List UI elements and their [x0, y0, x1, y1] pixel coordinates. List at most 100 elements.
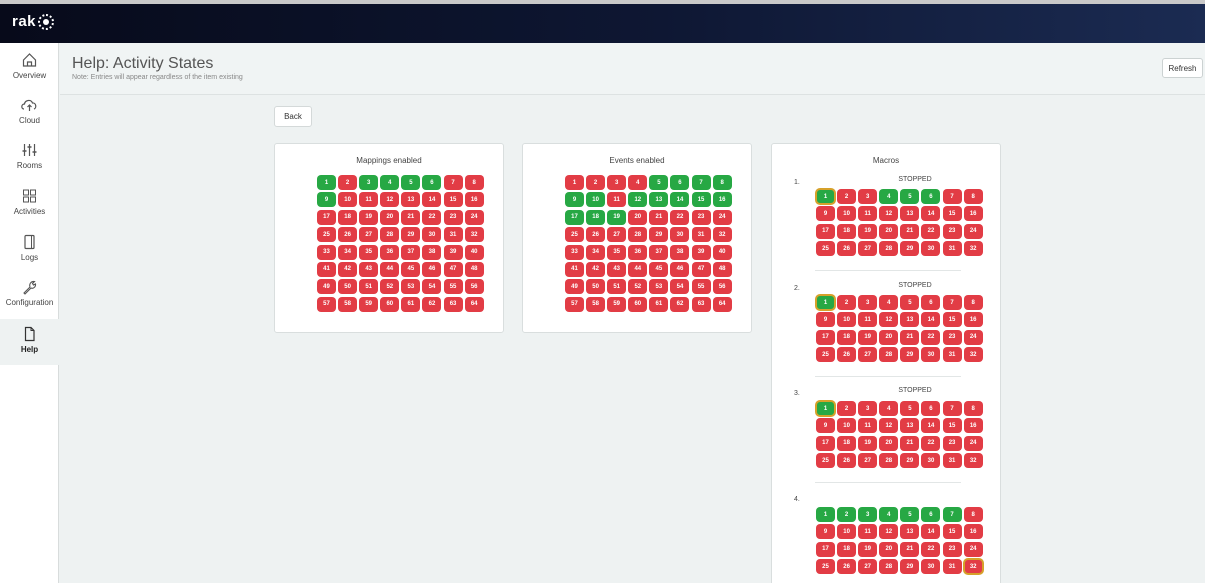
- state-cell-9: 9: [816, 206, 835, 222]
- state-cell-64: 64: [464, 296, 484, 312]
- state-cell-24: 24: [963, 223, 983, 239]
- state-cell-2: 2: [837, 401, 857, 416]
- state-cell-6: 6: [921, 507, 941, 522]
- nav-label: Configuration: [5, 298, 54, 307]
- state-cell-20: 20: [380, 209, 400, 225]
- state-cell-34: 34: [586, 244, 606, 260]
- macro-divider: [815, 270, 961, 271]
- state-cell-42: 42: [338, 261, 358, 277]
- nav-item-help[interactable]: Help: [0, 319, 59, 365]
- state-cell-9: 9: [565, 192, 584, 208]
- state-cell-55: 55: [691, 279, 711, 295]
- state-cell-32: 32: [963, 241, 983, 257]
- grid-icon: [23, 189, 36, 203]
- back-button[interactable]: Back: [274, 106, 312, 127]
- state-cell-29: 29: [900, 347, 920, 363]
- mappings-card: Mappings enabled 1 2 3 4 5 6 7 8 9 10 11 12 13 14 15 16…: [274, 143, 504, 333]
- state-cell-20: 20: [628, 209, 648, 225]
- state-cell-7: 7: [942, 401, 962, 416]
- state-cell-44: 44: [380, 261, 400, 277]
- state-cell-13: 13: [900, 524, 920, 540]
- state-cell-10: 10: [837, 524, 857, 540]
- refresh-button[interactable]: Refresh: [1162, 58, 1203, 78]
- state-cell-25: 25: [816, 559, 835, 575]
- nav-item-overview[interactable]: Overview: [0, 51, 59, 91]
- state-cell-11: 11: [359, 192, 379, 208]
- state-cell-15: 15: [443, 192, 463, 208]
- state-cell-3: 3: [858, 401, 878, 416]
- state-cell-47: 47: [443, 261, 463, 277]
- state-cell-55: 55: [443, 279, 463, 295]
- state-cell-3: 3: [858, 295, 878, 310]
- state-cell-15: 15: [942, 524, 962, 540]
- sliders-icon: [22, 144, 37, 156]
- mappings-title: Mappings enabled: [356, 156, 422, 165]
- state-cell-25: 25: [816, 241, 835, 257]
- macro-grid: 1 2 3 4 5 6 7 8 9 10 11 12 13 14 15 16 17 18 19 20 21 22 23 24 2…: [815, 400, 983, 469]
- state-cell-2: 2: [338, 175, 358, 190]
- macro-grid: 1 2 3 4 5 6 7 8 9 10 11 12 13 14 15 16 17 18 19 20 21 22 23 24 2…: [815, 294, 983, 363]
- state-cell-16: 16: [963, 524, 983, 540]
- state-cell-14: 14: [921, 206, 941, 222]
- state-cell-32: 32: [712, 227, 732, 243]
- state-cell-7: 7: [443, 175, 463, 190]
- state-cell-4: 4: [380, 175, 400, 190]
- rako-logo[interactable]: rak: [12, 13, 55, 30]
- state-cell-34: 34: [338, 244, 358, 260]
- state-cell-21: 21: [900, 329, 920, 345]
- state-cell-45: 45: [649, 261, 669, 277]
- state-cell-17: 17: [816, 329, 835, 345]
- events-title: Events enabled: [609, 156, 665, 165]
- macro-grid: 1 2 3 4 5 6 7 8 9 10 11 12 13 14 15 16 17 18 19 20 21 22 23 24 2…: [815, 188, 983, 257]
- state-cell-5: 5: [900, 295, 920, 310]
- state-cell-13: 13: [401, 192, 421, 208]
- nav-item-configuration[interactable]: Configuration: [0, 278, 59, 318]
- state-cell-60: 60: [628, 296, 648, 312]
- state-cell-41: 41: [317, 261, 336, 277]
- state-cell-53: 53: [649, 279, 669, 295]
- state-cell-57: 57: [565, 296, 584, 312]
- nav-item-rooms[interactable]: Rooms: [0, 141, 59, 181]
- state-cell-2: 2: [837, 189, 857, 204]
- state-cell-33: 33: [317, 244, 336, 260]
- state-cell-5: 5: [401, 175, 421, 190]
- nav-label: Help: [20, 345, 39, 354]
- state-cell-56: 56: [464, 279, 484, 295]
- state-cell-29: 29: [900, 241, 920, 257]
- state-cell-17: 17: [816, 223, 835, 239]
- state-cell-32: 32: [464, 227, 484, 243]
- macro-status: STOPPED: [898, 176, 932, 183]
- state-cell-9: 9: [816, 524, 835, 540]
- state-cell-56: 56: [712, 279, 732, 295]
- nav-label: Cloud: [19, 116, 40, 125]
- events-grid: 1 2 3 4 5 6 7 8 9 10 11 12 13 14 15 16 17 18 19 20 21 22 23 24 2…: [565, 175, 732, 312]
- state-cell-19: 19: [607, 209, 627, 225]
- nav-item-activities[interactable]: Activities: [0, 187, 59, 227]
- state-cell-35: 35: [359, 244, 379, 260]
- macro-status: STOPPED: [898, 387, 932, 394]
- state-cell-47: 47: [691, 261, 711, 277]
- state-cell-15: 15: [942, 418, 962, 434]
- macros-title: Macros: [872, 156, 900, 165]
- state-cell-54: 54: [670, 279, 690, 295]
- state-cell-22: 22: [921, 223, 941, 239]
- mappings-grid: 1 2 3 4 5 6 7 8 9 10 11 12 13 14 15 16 17 18 19 20 21 22 23 24 2…: [317, 175, 484, 312]
- state-cell-12: 12: [879, 418, 899, 434]
- state-cell-17: 17: [816, 541, 835, 557]
- state-cell-32: 32: [963, 347, 983, 363]
- state-cell-20: 20: [879, 329, 899, 345]
- state-cell-32: 32: [962, 558, 984, 576]
- state-cell-26: 26: [837, 241, 857, 257]
- state-cell-3: 3: [359, 175, 379, 190]
- nav-item-cloud[interactable]: Cloud: [0, 96, 59, 136]
- state-cell-18: 18: [837, 329, 857, 345]
- nav-label: Overview: [12, 71, 47, 80]
- state-cell-31: 31: [942, 241, 962, 257]
- macros-card: Macros 1. STOPPED 1 2 3 4 5 6 7 8 9 10 11 12 13 14 15 1…: [771, 143, 1001, 583]
- nav-label: Logs: [20, 253, 39, 262]
- state-cell-14: 14: [921, 312, 941, 328]
- state-cell-12: 12: [879, 206, 899, 222]
- state-cell-3: 3: [607, 175, 627, 190]
- nav-item-logs[interactable]: Logs: [0, 233, 59, 273]
- state-cell-21: 21: [900, 223, 920, 239]
